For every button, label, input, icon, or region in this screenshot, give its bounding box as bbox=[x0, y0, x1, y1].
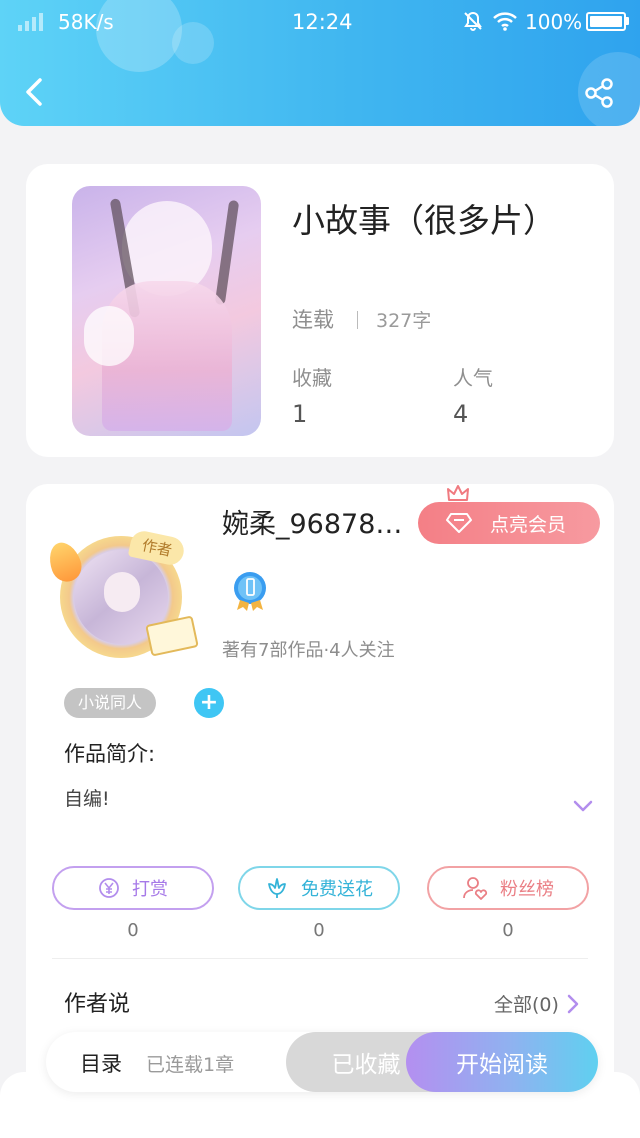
intro-label: 作品简介: bbox=[64, 742, 156, 766]
back-arrow-icon[interactable] bbox=[20, 74, 50, 110]
yen-icon bbox=[99, 878, 119, 898]
diamond-icon bbox=[446, 513, 472, 533]
author-says-title: 作者说 bbox=[64, 992, 131, 1017]
author-card: 作者 婉柔_96878… 点亮会员 著有7部作品·4人关注 小说同人 + 作品简… bbox=[26, 484, 614, 1084]
flower-count: 0 bbox=[313, 920, 325, 941]
battery-icon bbox=[586, 12, 626, 31]
signal-icon bbox=[18, 13, 43, 31]
tip-label: 打赏 bbox=[132, 879, 168, 900]
favorites-label: 收藏 bbox=[292, 366, 332, 390]
author-name[interactable]: 婉柔_96878… bbox=[222, 502, 402, 541]
divider bbox=[357, 311, 358, 329]
book-info-card: 小故事（很多片） 连载 327字 收藏 1 人气 4 bbox=[26, 164, 614, 457]
author-avatar[interactable]: 作者 bbox=[44, 528, 200, 658]
all-label: 全部(0) bbox=[494, 994, 559, 1016]
book-cover-image[interactable] bbox=[72, 186, 261, 436]
start-reading-button[interactable]: 开始阅读 bbox=[406, 1032, 598, 1092]
popularity-value: 4 bbox=[453, 400, 469, 428]
fans-count: 0 bbox=[502, 920, 514, 941]
status-bar: 58K/s 12:24 100% bbox=[0, 0, 640, 44]
book-title: 小故事（很多片） bbox=[292, 201, 556, 240]
chapter-count[interactable]: 已连载1章 bbox=[146, 1050, 234, 1077]
crown-icon bbox=[447, 485, 469, 501]
category-tag[interactable]: 小说同人 bbox=[64, 688, 157, 718]
popularity-label: 人气 bbox=[453, 366, 493, 390]
flower-label: 免费送花 bbox=[301, 879, 373, 900]
book-status: 连载 bbox=[292, 308, 334, 332]
share-icon[interactable] bbox=[582, 76, 616, 110]
fans-label: 粉丝榜 bbox=[500, 879, 554, 900]
favorites-value: 1 bbox=[292, 400, 308, 428]
add-tag-button[interactable]: + bbox=[194, 688, 224, 718]
mute-bell-icon bbox=[464, 11, 482, 31]
send-flower-button[interactable]: 免费送花 bbox=[238, 866, 400, 910]
vip-button[interactable]: 点亮会员 bbox=[418, 502, 600, 544]
section-divider bbox=[52, 958, 588, 959]
author-says-all-link[interactable]: 全部(0) bbox=[494, 990, 579, 1017]
tip-button[interactable]: 打赏 bbox=[52, 866, 214, 910]
fans-ranking-button[interactable]: 粉丝榜 bbox=[427, 866, 589, 910]
status-time: 12:24 bbox=[292, 10, 353, 34]
author-badge-icon[interactable] bbox=[230, 568, 270, 612]
tip-count: 0 bbox=[127, 920, 139, 941]
intro-text: 自编! bbox=[64, 788, 110, 810]
network-speed: 58K/s bbox=[58, 10, 114, 34]
toc-button[interactable]: 目录 bbox=[80, 1048, 122, 1078]
header-bar: 58K/s 12:24 100% bbox=[0, 0, 640, 126]
wifi-icon bbox=[493, 12, 517, 31]
chevron-down-icon[interactable] bbox=[571, 796, 595, 816]
fan-icon bbox=[463, 877, 488, 900]
bottom-action-bar: 目录 已连载1章 已收藏 开始阅读 bbox=[46, 1032, 598, 1092]
chevron-right-icon bbox=[567, 994, 579, 1013]
word-count: 327字 bbox=[376, 310, 432, 332]
flower-icon bbox=[268, 878, 286, 898]
battery-cap bbox=[626, 17, 629, 25]
vip-button-label: 点亮会员 bbox=[490, 513, 567, 536]
author-stats: 著有7部作品·4人关注 bbox=[222, 640, 395, 661]
battery-percent: 100% bbox=[525, 10, 583, 34]
